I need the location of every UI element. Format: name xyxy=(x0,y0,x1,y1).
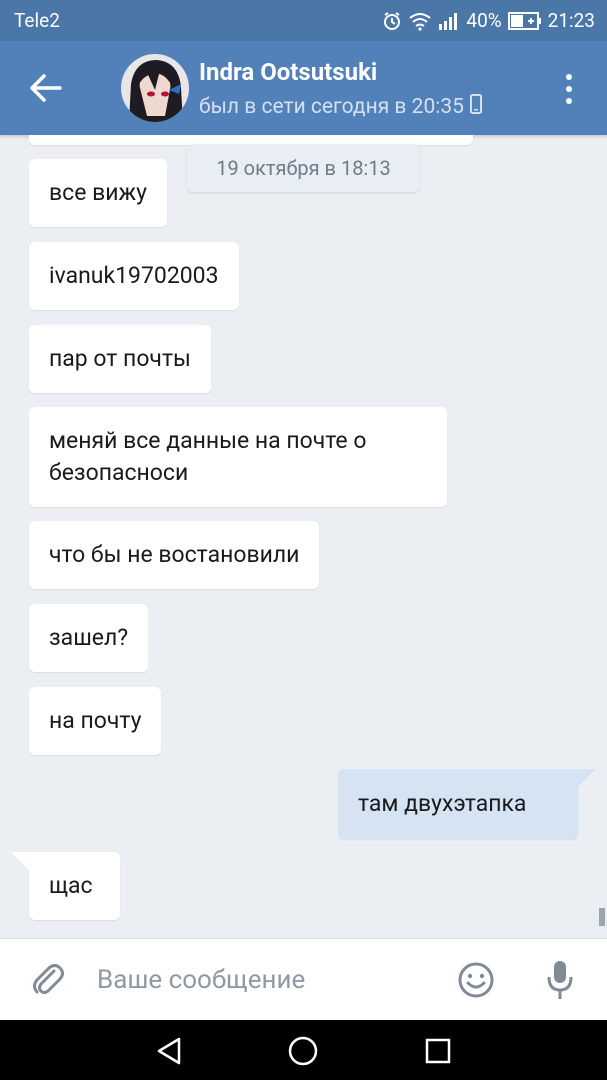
back-button[interactable] xyxy=(28,71,64,105)
message-text: на почту xyxy=(49,707,142,734)
attach-button[interactable] xyxy=(30,961,66,999)
last-seen-text: был в сети сегодня в 20:35 xyxy=(199,95,464,119)
message-list[interactable]: все вижу 19 октября в 18:13 ivanuk197020… xyxy=(0,135,607,938)
status-bar: Tele2 40% 21:23 xyxy=(0,0,607,41)
message-text: меняй все данные на почте о безопасноси xyxy=(49,427,367,486)
arrow-left-icon xyxy=(30,74,62,102)
message-text: ivanuk19702003 xyxy=(49,262,219,289)
nav-back-button[interactable] xyxy=(153,1035,185,1067)
message-bubble[interactable]: все вижу xyxy=(29,159,168,227)
alarm-icon xyxy=(382,11,402,31)
battery-icon xyxy=(507,11,542,30)
message-composer: Ваше сообщение xyxy=(0,938,607,1020)
circle-home-icon xyxy=(288,1036,318,1066)
message-bubble[interactable]: меняй все данные на почте о безопасноси xyxy=(29,407,447,507)
paperclip-icon xyxy=(33,964,64,994)
voice-message-button[interactable] xyxy=(546,959,574,1001)
battery-percent: 40% xyxy=(466,9,502,32)
contact-name[interactable]: Indra Ootsutsuki xyxy=(199,58,377,86)
emoji-button[interactable] xyxy=(457,961,495,999)
message-text: щас xyxy=(49,872,93,899)
smile-icon xyxy=(458,962,494,998)
message-bubble[interactable]: пар от почты xyxy=(29,325,211,393)
nav-home-button[interactable] xyxy=(287,1035,319,1067)
system-nav-bar xyxy=(0,1020,607,1080)
signal-icon xyxy=(438,12,460,30)
more-vertical-icon xyxy=(566,74,572,104)
date-separator: 19 октября в 18:13 xyxy=(187,144,420,192)
message-text: все вижу xyxy=(49,179,148,206)
last-seen-status: был в сети сегодня в 20:35 xyxy=(199,94,482,120)
clock-time: 21:23 xyxy=(547,9,595,32)
status-icons: 40% 21:23 xyxy=(382,9,595,32)
message-bubble[interactable]: что бы не востановили xyxy=(29,521,320,589)
outgoing-bubble-tail xyxy=(574,769,596,787)
message-text: пар от почты xyxy=(49,345,191,372)
message-bubble[interactable]: на почту xyxy=(29,687,162,755)
message-bubble[interactable]: зашел? xyxy=(29,604,149,672)
outgoing-message-bubble[interactable]: там двухэтапка xyxy=(338,769,578,839)
message-bubble[interactable]: ivanuk19702003 xyxy=(29,242,239,310)
carrier-name: Tele2 xyxy=(14,9,60,32)
message-input[interactable]: Ваше сообщение xyxy=(97,965,305,995)
microphone-icon xyxy=(547,961,573,999)
square-recent-icon xyxy=(425,1038,451,1064)
nav-recent-button[interactable] xyxy=(422,1035,454,1067)
message-text: там двухэтапка xyxy=(358,790,527,817)
chat-header: Indra Ootsutsuki был в сети сегодня в 20… xyxy=(0,41,607,135)
triangle-back-icon xyxy=(157,1037,181,1065)
message-text: зашел? xyxy=(49,624,129,651)
mobile-phone-icon xyxy=(469,94,482,120)
more-menu-button[interactable] xyxy=(559,71,579,107)
message-bubble[interactable]: щас xyxy=(29,852,120,920)
scrollbar[interactable] xyxy=(599,908,605,926)
message-text: что бы не востановили xyxy=(49,541,300,568)
wifi-icon xyxy=(408,11,432,31)
avatar[interactable] xyxy=(121,54,189,122)
